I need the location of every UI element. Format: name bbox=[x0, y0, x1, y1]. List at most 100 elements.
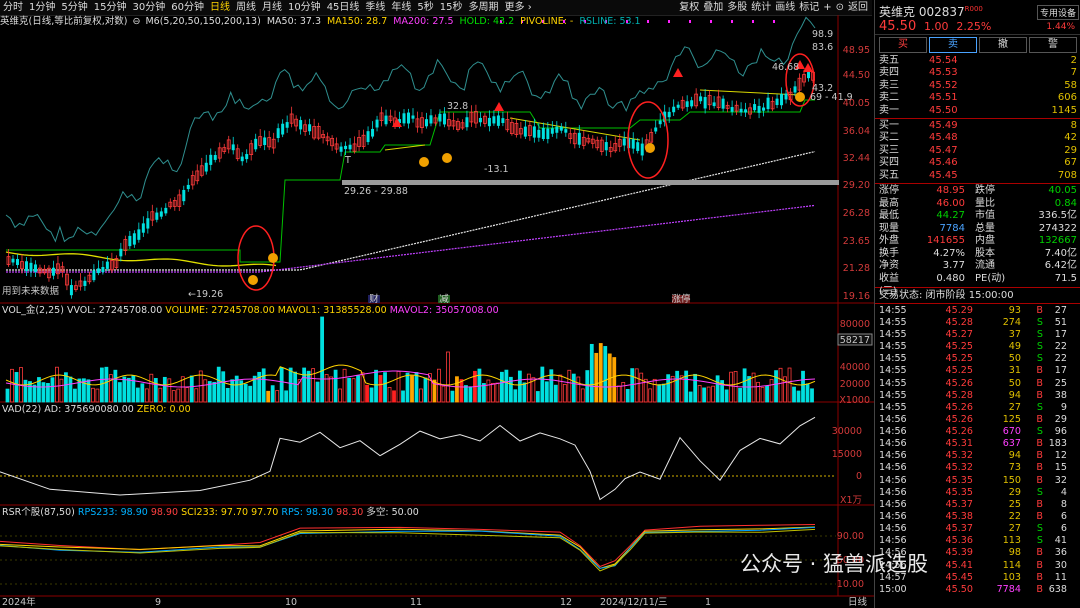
vad-tick: 30000 bbox=[832, 426, 862, 437]
volume-bar bbox=[571, 373, 576, 403]
tag-cai: 财 bbox=[369, 293, 379, 305]
candle-body bbox=[703, 97, 707, 109]
volume-bar bbox=[284, 390, 289, 403]
volume-bar bbox=[648, 388, 653, 403]
volume-bar bbox=[760, 386, 765, 403]
signal-dot bbox=[268, 253, 278, 263]
cancel-button[interactable]: 撤 bbox=[979, 37, 1027, 53]
candle-body bbox=[501, 118, 505, 124]
vad-tick: X1万 bbox=[840, 495, 862, 506]
candle-body bbox=[730, 107, 734, 112]
candle-body bbox=[209, 154, 213, 165]
candle-body bbox=[712, 102, 716, 107]
candle-body bbox=[15, 259, 19, 265]
peak-triangle bbox=[494, 102, 504, 111]
volume-bar bbox=[14, 372, 19, 403]
vol-title: VOL_金(2,25) bbox=[2, 305, 64, 316]
collapse-icon[interactable]: ⊖ bbox=[132, 16, 140, 27]
tick-row: 14:55 45.25 31 B 17 bbox=[879, 365, 1067, 377]
quote-header: 英维克 002837R000 45.50 1.00 2.25% 专用设备 1.4… bbox=[875, 0, 1080, 35]
candle-body bbox=[83, 280, 87, 286]
candle-body bbox=[753, 104, 757, 111]
volume-bar bbox=[338, 388, 342, 403]
volume-bar bbox=[796, 390, 801, 403]
candle-body bbox=[155, 212, 159, 220]
tick-row: 14:55 45.26 27 S 9 bbox=[879, 401, 1067, 413]
vad-title: VAD(22) bbox=[2, 404, 42, 415]
tick-row: 15:00 45.50 7784 B 638 bbox=[879, 583, 1067, 595]
top-annotation: 46.68 bbox=[772, 62, 799, 73]
candle-body bbox=[676, 104, 680, 108]
candle-body bbox=[245, 154, 249, 160]
ask-level-2[interactable]: 卖四 45.53 7 bbox=[875, 67, 1080, 79]
candle-body bbox=[69, 285, 73, 296]
volume-bar bbox=[715, 375, 720, 403]
stock-mode-label: 英维克(日线,等比前复权,对数) bbox=[0, 16, 128, 27]
candle-body bbox=[240, 156, 244, 162]
volume-bar bbox=[697, 385, 702, 403]
vol-tick: 40000 bbox=[840, 362, 870, 373]
sell-button[interactable]: 卖 bbox=[929, 37, 977, 53]
candle-body bbox=[371, 128, 375, 137]
volume-bar bbox=[90, 387, 95, 403]
bid-level-2[interactable]: 买二 45.48 42 bbox=[875, 132, 1080, 144]
volume-bar bbox=[414, 372, 419, 403]
volume-bar bbox=[95, 388, 100, 403]
volume-bar bbox=[162, 376, 167, 403]
volume-bar bbox=[769, 379, 774, 403]
volume-bar bbox=[203, 379, 208, 403]
volume-bar bbox=[419, 388, 423, 403]
volume-bar bbox=[724, 389, 729, 403]
tick-row: 14:56 45.32 94 B 12 bbox=[879, 450, 1067, 462]
volume-bar bbox=[342, 368, 347, 403]
volume-bar bbox=[486, 379, 491, 403]
ask-level-4[interactable]: 卖二 45.51 606 bbox=[875, 92, 1080, 104]
rsr-legend: RSR个股(87,50) RPS233: 98.90 98.90 SCI233:… bbox=[2, 507, 419, 519]
upper-band-line bbox=[5, 16, 816, 243]
volume-bar bbox=[513, 389, 518, 403]
volume-bar bbox=[517, 370, 522, 403]
volume-bar bbox=[149, 373, 154, 403]
ma200-label: MA200: 27.5 bbox=[393, 16, 454, 27]
bid-level-4[interactable]: 买四 45.46 67 bbox=[875, 157, 1080, 169]
candle-body bbox=[807, 72, 811, 79]
bid-level-5[interactable]: 买五 45.45 708 bbox=[875, 170, 1080, 182]
candle-body bbox=[128, 235, 132, 247]
stat-row: 换手 4.27% 股本 7.40亿 bbox=[879, 247, 1077, 259]
tick-row: 14:56 45.31 637 B 183 bbox=[879, 438, 1067, 450]
date-label: 9 bbox=[155, 597, 161, 608]
volume-bar bbox=[131, 375, 136, 403]
bid-level-3[interactable]: 买三 45.47 29 bbox=[875, 145, 1080, 157]
alert-button[interactable]: 警 bbox=[1029, 37, 1077, 53]
volume-bar bbox=[64, 372, 68, 403]
price-tick: 26.28 bbox=[843, 208, 870, 219]
candle-body bbox=[766, 97, 770, 110]
trade-status: 交易状态: 闭市阶段 15:00:00 bbox=[879, 289, 1014, 301]
volume-bar bbox=[657, 384, 662, 403]
ask-level-1[interactable]: 卖五 45.54 2 bbox=[875, 55, 1080, 67]
candle-body bbox=[24, 261, 28, 271]
volume-bar bbox=[455, 376, 459, 403]
volume-bar bbox=[396, 371, 401, 403]
candle-body bbox=[146, 218, 150, 229]
volume-bar bbox=[288, 367, 293, 403]
sector-badge[interactable]: 专用设备 bbox=[1036, 5, 1079, 20]
bid-level-1[interactable]: 买一 45.49 8 bbox=[875, 120, 1080, 132]
candle-body bbox=[442, 113, 446, 125]
volume-bar bbox=[553, 384, 558, 403]
ask-level-3[interactable]: 卖三 45.52 58 bbox=[875, 80, 1080, 92]
candle-body bbox=[231, 144, 235, 151]
candle-body bbox=[366, 131, 370, 143]
ma200-line bbox=[6, 204, 816, 273]
volume-bar bbox=[778, 367, 783, 403]
range-annotation: 29.26 - 29.88 bbox=[344, 186, 408, 197]
volume-bar bbox=[787, 367, 792, 403]
candle-body bbox=[429, 115, 433, 124]
candle-body bbox=[299, 120, 303, 130]
buy-button[interactable]: 买 bbox=[879, 37, 927, 53]
volume-bar bbox=[293, 371, 298, 403]
volume-bar bbox=[675, 370, 680, 403]
candle-body bbox=[276, 128, 280, 138]
ask-level-5[interactable]: 卖一 45.50 1145 bbox=[875, 105, 1080, 117]
pt69-annotation: 69 - 41.9 bbox=[810, 92, 853, 103]
